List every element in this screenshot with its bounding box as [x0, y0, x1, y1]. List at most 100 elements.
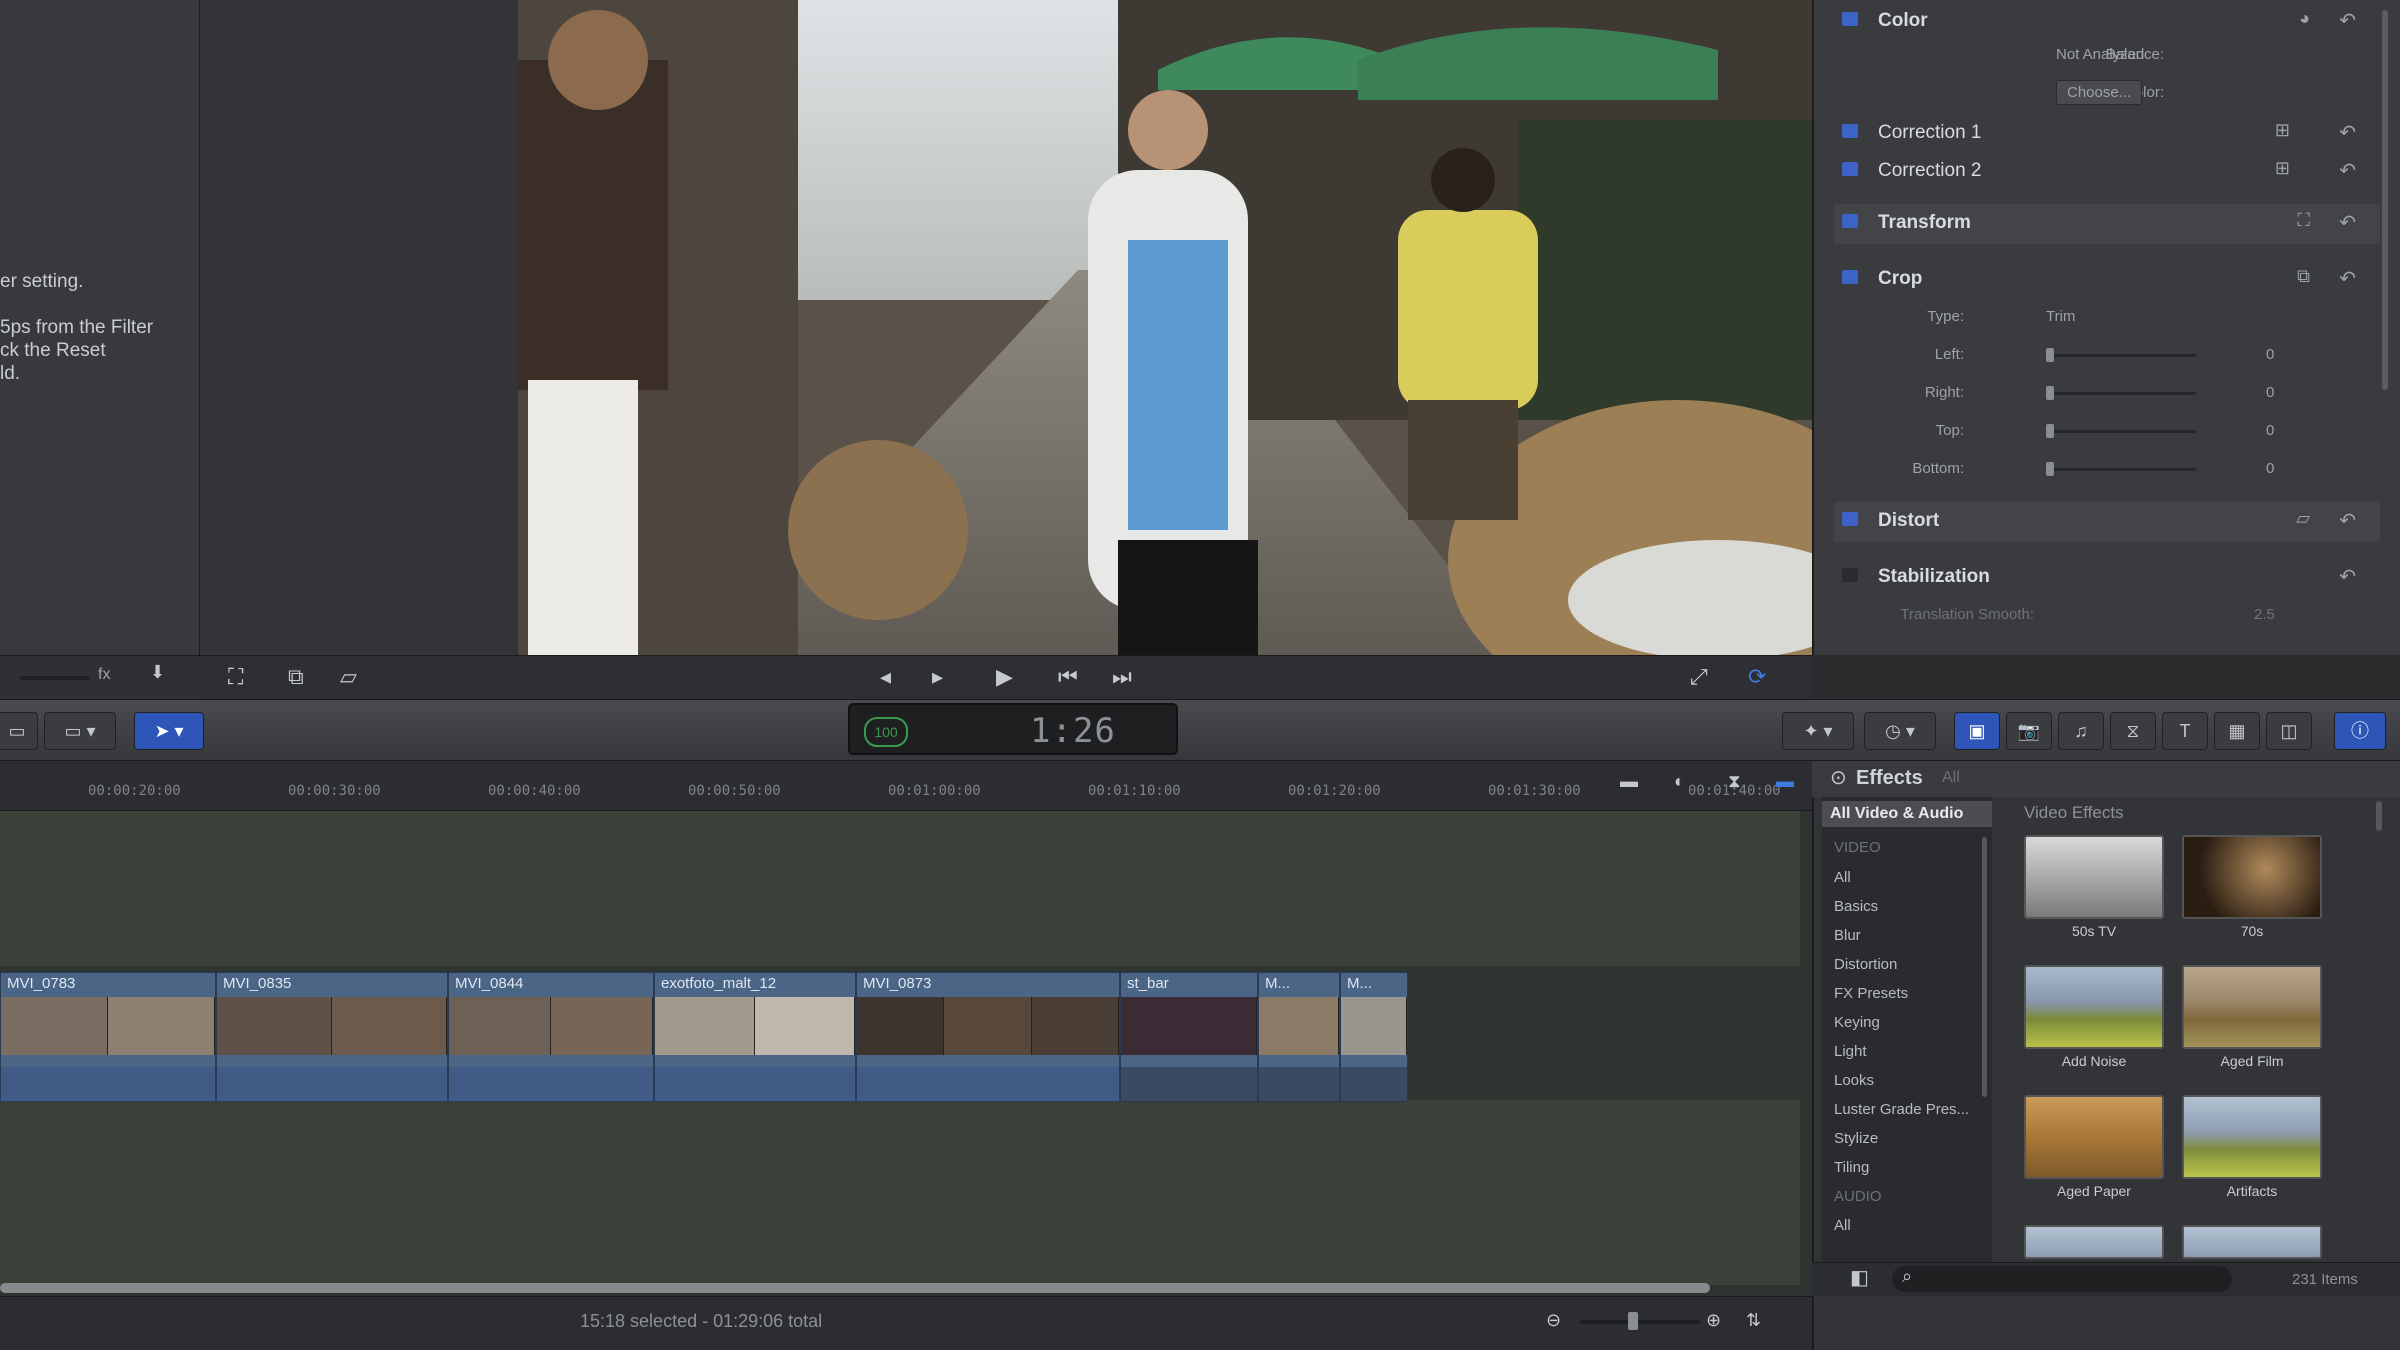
- distort-checkbox[interactable]: [1842, 512, 1858, 526]
- slider-knob[interactable]: [2046, 386, 2054, 400]
- reset-icon[interactable]: ↶: [2339, 8, 2356, 33]
- category-all-video-audio[interactable]: All Video & Audio: [1822, 801, 1992, 827]
- correction-1-checkbox[interactable]: [1842, 124, 1858, 138]
- distort-icon[interactable]: ▱: [340, 664, 357, 690]
- color-board-icon[interactable]: ⊞: [2275, 120, 2290, 141]
- category-scrollbar[interactable]: [1982, 837, 1987, 1097]
- slider-knob[interactable]: [2046, 424, 2054, 438]
- music-browser-button[interactable]: ♫: [2058, 712, 2104, 750]
- transform-checkbox[interactable]: [1842, 214, 1858, 228]
- skip-forward-icon[interactable]: ⏭: [1112, 664, 1132, 690]
- skip-back-icon[interactable]: ⏮: [1058, 664, 1078, 690]
- crop-param-value[interactable]: 0: [2266, 422, 2274, 439]
- grid-scrollbar[interactable]: [2376, 801, 2382, 831]
- solo-icon[interactable]: ◐: [1674, 771, 1685, 792]
- track-area-upper[interactable]: [0, 811, 1800, 966]
- effect-thumbnail[interactable]: Artifacts: [2182, 1095, 2322, 1199]
- color-board-icon[interactable]: ◕: [2299, 8, 2310, 29]
- effect-thumbnail[interactable]: [2024, 1225, 2164, 1259]
- clip-display-button[interactable]: ▭ ▾: [44, 712, 116, 750]
- crop-bottom-slider[interactable]: [2046, 468, 2196, 471]
- transform-section[interactable]: Transform ⛶ ↶: [1834, 204, 2380, 244]
- category-item[interactable]: Distortion: [1834, 956, 1897, 973]
- timeline-clip[interactable]: st_bar: [1120, 972, 1258, 1102]
- category-item[interactable]: Basics: [1834, 898, 1878, 915]
- timeline-ruler[interactable]: 00:00:20:00 00:00:30:00 00:00:40:00 00:0…: [0, 761, 1812, 811]
- slider-knob[interactable]: [2046, 348, 2054, 362]
- zoom-in-icon[interactable]: ⊕: [1706, 1310, 1721, 1331]
- timeline-clip[interactable]: MVI_0873: [856, 972, 1120, 1102]
- zoom-slider-knob[interactable]: [1628, 1312, 1638, 1330]
- effects-filter[interactable]: All: [1942, 769, 1960, 787]
- inspector-scrollbar[interactable]: [2382, 10, 2388, 390]
- photo-browser-button[interactable]: 📷: [2006, 712, 2052, 750]
- transform-onscreen-icon[interactable]: ⛶: [2297, 210, 2310, 231]
- inspector-toggle-button[interactable]: ▣: [1954, 712, 2000, 750]
- category-item[interactable]: Stylize: [1834, 1130, 1878, 1147]
- info-button[interactable]: ⓘ: [2334, 712, 2386, 750]
- crop-type-value[interactable]: Trim: [2046, 308, 2075, 325]
- category-item[interactable]: Keying: [1834, 1014, 1880, 1031]
- timecode-display[interactable]: 100 1:26: [848, 703, 1178, 755]
- crop-icon[interactable]: ⧉: [288, 664, 304, 690]
- prev-edit-icon[interactable]: ◂: [880, 664, 891, 690]
- timeline-clip[interactable]: MVI_0835: [216, 972, 448, 1102]
- crop-onscreen-icon[interactable]: ⧉: [2297, 266, 2310, 287]
- category-item[interactable]: FX Presets: [1834, 985, 1908, 1002]
- skimming-icon[interactable]: ▬: [1776, 771, 1794, 792]
- effect-thumbnail[interactable]: [2182, 1225, 2322, 1259]
- fullscreen-icon[interactable]: ⤢: [1690, 664, 1708, 690]
- effect-thumbnail[interactable]: Aged Paper: [2024, 1095, 2164, 1199]
- crop-param-value[interactable]: 0: [2266, 384, 2274, 401]
- timeline-clip[interactable]: M...: [1258, 972, 1340, 1102]
- stabilization-section[interactable]: Stabilization ↶: [1834, 558, 2380, 594]
- translation-smooth-value[interactable]: 2.5: [2254, 606, 2275, 623]
- effect-thumbnail[interactable]: 70s: [2182, 835, 2322, 939]
- stabilization-checkbox[interactable]: [1842, 568, 1858, 582]
- timeline-clip[interactable]: exotfoto_malt_12: [654, 972, 856, 1102]
- slider-knob[interactable]: [2046, 462, 2054, 476]
- timeline-scrollbar[interactable]: [0, 1283, 1710, 1293]
- color-section[interactable]: Color ◕ ↶: [1834, 2, 2380, 38]
- category-item[interactable]: Light: [1834, 1043, 1867, 1060]
- effects-search-field[interactable]: ⌕: [1892, 1266, 2232, 1292]
- reset-icon[interactable]: ↶: [2339, 210, 2356, 235]
- sidebar-toggle-icon[interactable]: ◧: [1850, 1265, 1869, 1290]
- crop-left-slider[interactable]: [2046, 354, 2196, 357]
- correction-2-checkbox[interactable]: [1842, 162, 1858, 176]
- distort-section[interactable]: Distort ▱ ↶: [1834, 502, 2380, 542]
- reset-icon[interactable]: ↶: [2339, 508, 2356, 533]
- category-item[interactable]: Tiling: [1834, 1159, 1869, 1176]
- correction-2-section[interactable]: Correction 2 ⊞ ↶: [1834, 152, 2380, 188]
- play-button[interactable]: ▶: [996, 664, 1013, 690]
- transitions-browser-button[interactable]: ⧖: [2110, 712, 2156, 750]
- category-item[interactable]: Looks: [1834, 1072, 1874, 1089]
- retime-button[interactable]: ◷ ▾: [1864, 712, 1936, 750]
- correction-1-section[interactable]: Correction 1 ⊞ ↶: [1834, 114, 2380, 150]
- effect-thumbnail[interactable]: Aged Film: [2182, 965, 2322, 1069]
- effect-thumbnail[interactable]: Add Noise: [2024, 965, 2164, 1069]
- category-item[interactable]: Blur: [1834, 927, 1861, 944]
- color-board-icon[interactable]: ⊞: [2275, 158, 2290, 179]
- crop-right-slider[interactable]: [2046, 392, 2196, 395]
- timeline-clip[interactable]: MVI_0844: [448, 972, 654, 1102]
- reset-icon[interactable]: ↶: [2339, 158, 2356, 183]
- category-item[interactable]: All: [1834, 869, 1851, 886]
- enhancements-button[interactable]: ✦ ▾: [1782, 712, 1854, 750]
- timeline-clip[interactable]: M...: [1340, 972, 1408, 1102]
- select-tool-button[interactable]: ➤ ▾: [134, 712, 204, 750]
- snapping-icon[interactable]: ⧗: [1728, 771, 1741, 792]
- category-item[interactable]: Luster Grade Pres...: [1834, 1101, 1969, 1118]
- step-forward-icon[interactable]: ▸: [932, 664, 943, 690]
- reset-icon[interactable]: ↶: [2339, 564, 2356, 589]
- transform-icon[interactable]: ⛶: [228, 664, 243, 690]
- zoom-slider[interactable]: [1580, 1320, 1700, 1324]
- loop-icon[interactable]: ⟳: [1748, 664, 1766, 690]
- distort-onscreen-icon[interactable]: ▱: [2296, 508, 2310, 529]
- reset-icon[interactable]: ↶: [2339, 266, 2356, 291]
- category-item[interactable]: All: [1834, 1217, 1851, 1234]
- timeline-clip[interactable]: MVI_0783: [0, 972, 216, 1102]
- titles-browser-button[interactable]: T: [2162, 712, 2208, 750]
- track-area-lower[interactable]: [0, 1100, 1800, 1285]
- crop-param-value[interactable]: 0: [2266, 460, 2274, 477]
